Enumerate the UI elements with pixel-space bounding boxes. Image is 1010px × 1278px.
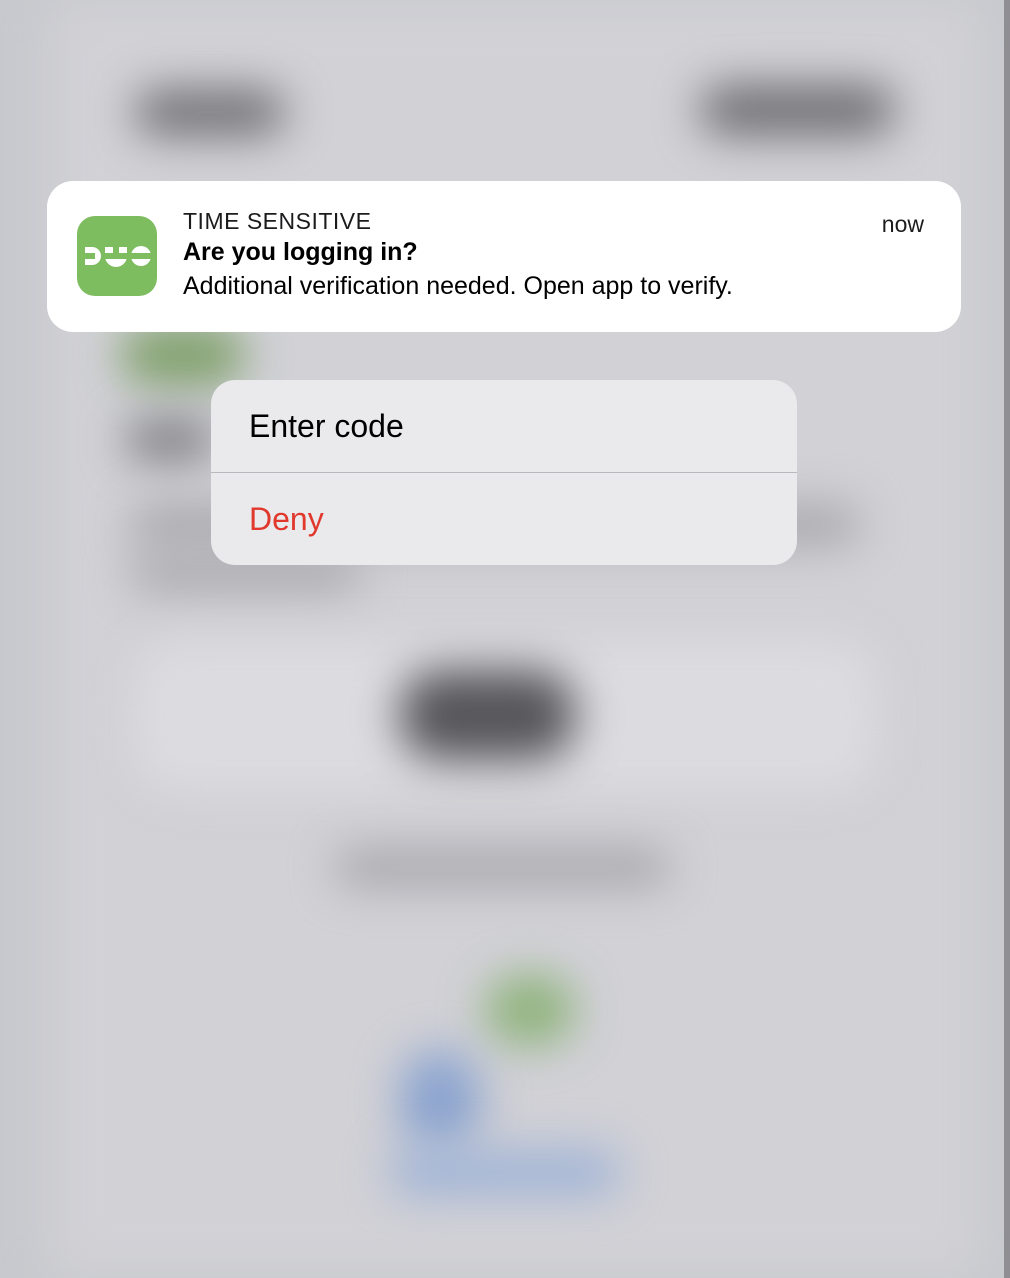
- notification-category: TIME SENSITIVE: [183, 208, 372, 234]
- blurred-code-digits: [400, 670, 575, 760]
- blurred-status-icons: [700, 85, 895, 135]
- duo-app-icon: [77, 216, 157, 296]
- lock-screen: TIME SENSITIVE now Are you logging in? A…: [0, 0, 1010, 1278]
- notification-title: Are you logging in?: [183, 238, 418, 266]
- frame-edge: [1004, 0, 1010, 1278]
- blurred-heading: [125, 420, 215, 460]
- deny-button[interactable]: Deny: [211, 473, 797, 565]
- blurred-caption: [335, 850, 670, 885]
- blurred-blue-bar: [390, 1150, 620, 1195]
- notification-body: Additional verification needed. Open app…: [183, 272, 733, 300]
- blurred-status-time: [135, 90, 285, 135]
- blurred-green-dot: [485, 975, 575, 1045]
- blurred-green-logo: [120, 325, 245, 385]
- duo-logo: [82, 246, 153, 267]
- notification-time: now: [881, 211, 924, 237]
- notification-banner[interactable]: TIME SENSITIVE now Are you logging in? A…: [47, 181, 961, 332]
- enter-code-button[interactable]: Enter code: [211, 380, 797, 472]
- notification-action-menu: Enter code Deny: [211, 380, 797, 565]
- blurred-blue-shape: [400, 1050, 480, 1150]
